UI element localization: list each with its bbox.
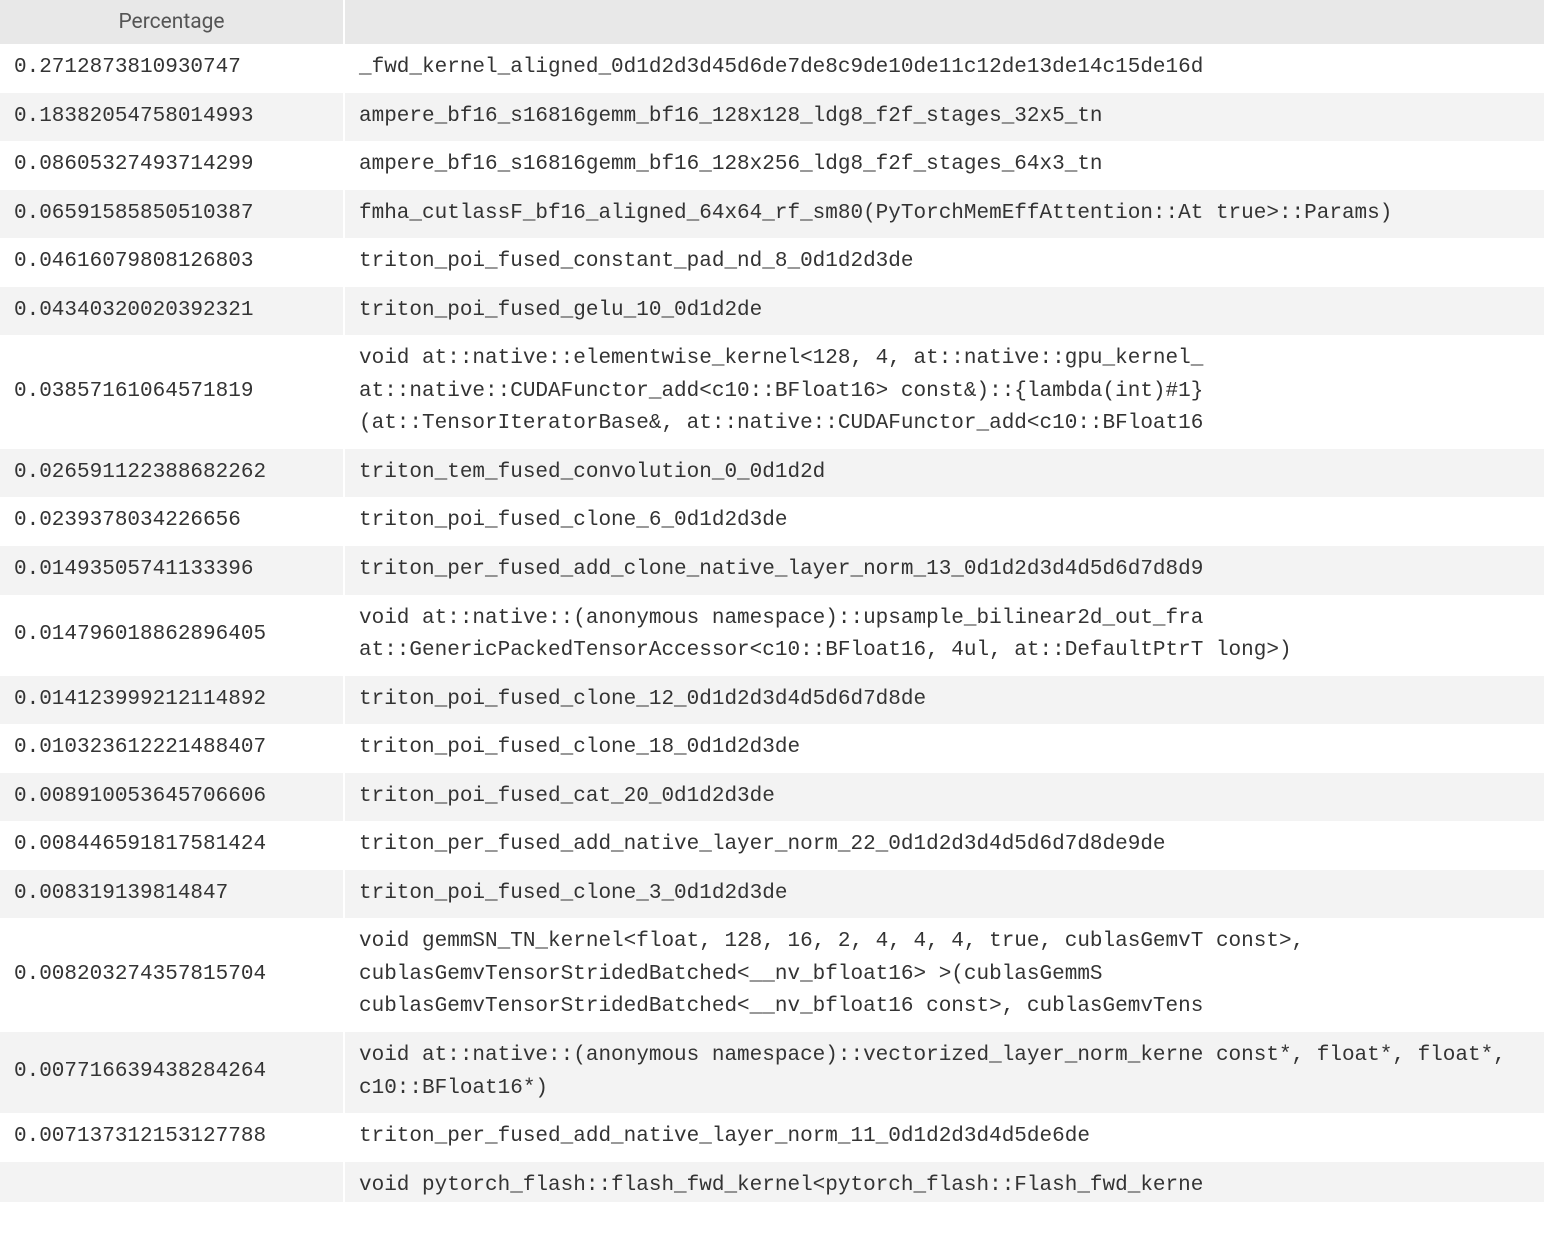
percentage-cell: 0.007137312153127788 bbox=[0, 1113, 344, 1162]
name-cell: void gemmSN_TN_kernel<float, 128, 16, 2,… bbox=[344, 918, 1545, 1032]
name-cell: void at::native::(anonymous namespace)::… bbox=[344, 595, 1545, 676]
table-row[interactable]: 0.18382054758014993 ampere_bf16_s16816ge… bbox=[0, 93, 1545, 142]
name-cell: void pytorch_flash::flash_fwd_kernel<pyt… bbox=[344, 1162, 1545, 1203]
percentage-cell bbox=[0, 1162, 344, 1203]
table-header-row: Percentage bbox=[0, 0, 1545, 44]
percentage-cell: 0.007716639438284264 bbox=[0, 1032, 344, 1113]
percentage-cell: 0.08605327493714299 bbox=[0, 141, 344, 190]
table-row[interactable]: 0.014123999212114892 triton_poi_fused_cl… bbox=[0, 676, 1545, 725]
name-cell: triton_per_fused_add_native_layer_norm_1… bbox=[344, 1113, 1545, 1162]
percentage-cell: 0.06591585850510387 bbox=[0, 190, 344, 239]
name-cell: triton_poi_fused_cat_20_0d1d2d3de bbox=[344, 773, 1545, 822]
name-cell: triton_poi_fused_clone_12_0d1d2d3d4d5d6d… bbox=[344, 676, 1545, 725]
table-row[interactable]: 0.01493505741133396 triton_per_fused_add… bbox=[0, 546, 1545, 595]
percentage-cell: 0.014123999212114892 bbox=[0, 676, 344, 725]
profiler-table: Percentage 0.2712873810930747 _fwd_kerne… bbox=[0, 0, 1546, 1202]
percentage-cell: 0.04616079808126803 bbox=[0, 238, 344, 287]
column-header-name[interactable] bbox=[344, 0, 1545, 44]
name-cell: triton_poi_fused_constant_pad_nd_8_0d1d2… bbox=[344, 238, 1545, 287]
table-row[interactable]: 0.026591122388682262 triton_tem_fused_co… bbox=[0, 449, 1545, 498]
percentage-cell: 0.008319139814847 bbox=[0, 870, 344, 919]
name-cell: triton_per_fused_add_native_layer_norm_2… bbox=[344, 821, 1545, 870]
table-row[interactable]: 0.06591585850510387 fmha_cutlassF_bf16_a… bbox=[0, 190, 1545, 239]
table-row[interactable]: 0.04340320020392321 triton_poi_fused_gel… bbox=[0, 287, 1545, 336]
percentage-cell: 0.010323612221488407 bbox=[0, 724, 344, 773]
percentage-cell: 0.2712873810930747 bbox=[0, 44, 344, 93]
name-cell: triton_poi_fused_clone_18_0d1d2d3de bbox=[344, 724, 1545, 773]
name-cell: triton_poi_fused_gelu_10_0d1d2de bbox=[344, 287, 1545, 336]
table-row[interactable]: 0.008446591817581424 triton_per_fused_ad… bbox=[0, 821, 1545, 870]
percentage-cell: 0.18382054758014993 bbox=[0, 93, 344, 142]
table-row[interactable]: 0.04616079808126803 triton_poi_fused_con… bbox=[0, 238, 1545, 287]
column-header-percentage[interactable]: Percentage bbox=[0, 0, 344, 44]
percentage-cell: 0.03857161064571819 bbox=[0, 335, 344, 449]
percentage-cell: 0.04340320020392321 bbox=[0, 287, 344, 336]
table-row[interactable]: 0.007137312153127788 triton_per_fused_ad… bbox=[0, 1113, 1545, 1162]
table-row[interactable]: 0.007716639438284264 void at::native::(a… bbox=[0, 1032, 1545, 1113]
percentage-cell: 0.008203274357815704 bbox=[0, 918, 344, 1032]
table-row[interactable]: 0.0239378034226656 triton_poi_fused_clon… bbox=[0, 497, 1545, 546]
name-cell: _fwd_kernel_aligned_0d1d2d3d45d6de7de8c9… bbox=[344, 44, 1545, 93]
table-row[interactable]: 0.010323612221488407 triton_poi_fused_cl… bbox=[0, 724, 1545, 773]
name-cell: triton_poi_fused_clone_6_0d1d2d3de bbox=[344, 497, 1545, 546]
percentage-cell: 0.0239378034226656 bbox=[0, 497, 344, 546]
name-cell: ampere_bf16_s16816gemm_bf16_128x256_ldg8… bbox=[344, 141, 1545, 190]
table-row[interactable]: 0.008910053645706606 triton_poi_fused_ca… bbox=[0, 773, 1545, 822]
table-row[interactable]: 0.008203274357815704 void gemmSN_TN_kern… bbox=[0, 918, 1545, 1032]
table-row[interactable]: 0.08605327493714299 ampere_bf16_s16816ge… bbox=[0, 141, 1545, 190]
name-cell: void at::native::(anonymous namespace)::… bbox=[344, 1032, 1545, 1113]
percentage-cell: 0.008446591817581424 bbox=[0, 821, 344, 870]
table-row[interactable]: 0.014796018862896405 void at::native::(a… bbox=[0, 595, 1545, 676]
percentage-cell: 0.014796018862896405 bbox=[0, 595, 344, 676]
table-row[interactable]: 0.008319139814847 triton_poi_fused_clone… bbox=[0, 870, 1545, 919]
name-cell: triton_poi_fused_clone_3_0d1d2d3de bbox=[344, 870, 1545, 919]
name-cell: void at::native::elementwise_kernel<128,… bbox=[344, 335, 1545, 449]
name-cell: triton_tem_fused_convolution_0_0d1d2d bbox=[344, 449, 1545, 498]
percentage-cell: 0.01493505741133396 bbox=[0, 546, 344, 595]
percentage-cell: 0.008910053645706606 bbox=[0, 773, 344, 822]
percentage-cell: 0.026591122388682262 bbox=[0, 449, 344, 498]
name-cell: fmha_cutlassF_bf16_aligned_64x64_rf_sm80… bbox=[344, 190, 1545, 239]
table-row[interactable]: 0.03857161064571819 void at::native::ele… bbox=[0, 335, 1545, 449]
name-cell: triton_per_fused_add_clone_native_layer_… bbox=[344, 546, 1545, 595]
name-cell: ampere_bf16_s16816gemm_bf16_128x128_ldg8… bbox=[344, 93, 1545, 142]
table-row[interactable]: void pytorch_flash::flash_fwd_kernel<pyt… bbox=[0, 1162, 1545, 1203]
table-row[interactable]: 0.2712873810930747 _fwd_kernel_aligned_0… bbox=[0, 44, 1545, 93]
